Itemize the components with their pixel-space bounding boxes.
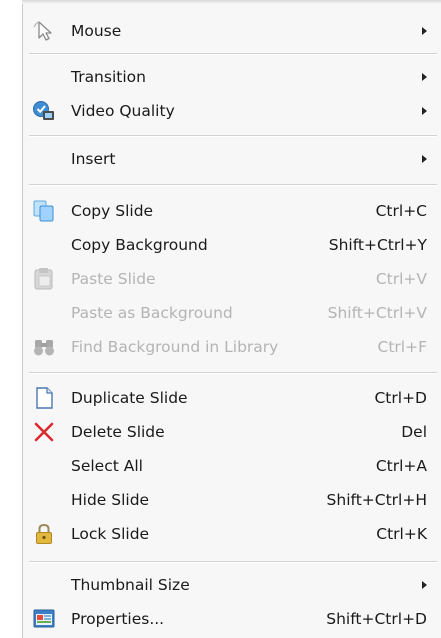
menu-item-paste-as-background[interactable]: Paste as Background Shift+Ctrl+V — [23, 298, 441, 328]
menu-item-delete-slide[interactable]: Delete Slide Del — [23, 417, 441, 447]
menu-item-label: Paste Slide — [71, 270, 156, 288]
menu-item-shortcut: Shift+Ctrl+D — [326, 610, 427, 628]
menu-item-shortcut: Ctrl+F — [377, 338, 427, 356]
menu-separator — [29, 561, 437, 563]
menu-item-paste-slide[interactable]: Paste Slide Ctrl+V — [23, 264, 441, 294]
menu-item-label: Hide Slide — [71, 491, 150, 509]
menu-item-transition[interactable]: Transition — [23, 62, 441, 92]
menu-item-label: Properties... — [71, 610, 165, 628]
menu-item-thumbnail-size[interactable]: Thumbnail Size — [23, 570, 441, 600]
menu-item-label: Delete Slide — [71, 423, 165, 441]
red-x-icon — [31, 419, 57, 445]
context-menu: Mouse Transition Video Quality Insert Co… — [22, 0, 441, 638]
menu-item-find-background[interactable]: Find Background in Library Ctrl+F — [23, 332, 441, 362]
menu-item-label: Video Quality — [71, 102, 175, 120]
submenu-arrow-icon — [422, 155, 427, 163]
menu-item-label: Transition — [71, 68, 146, 86]
menu-item-mouse[interactable]: Mouse — [23, 16, 441, 46]
submenu-arrow-icon — [422, 27, 427, 35]
mouse-pointer-icon — [31, 18, 57, 44]
menu-item-copy-slide[interactable]: Copy Slide Ctrl+C — [23, 196, 441, 226]
menu-item-label: Copy Background — [71, 236, 208, 254]
menu-item-label: Find Background in Library — [71, 338, 279, 356]
menu-item-copy-background[interactable]: Copy Background Shift+Ctrl+Y — [23, 230, 441, 260]
menu-separator — [29, 184, 437, 186]
menu-item-shortcut: Shift+Ctrl+Y — [328, 236, 427, 254]
menu-item-shortcut: Ctrl+A — [375, 457, 427, 475]
menu-item-shortcut: Del — [401, 423, 427, 441]
video-quality-icon — [31, 98, 57, 124]
menu-item-label: Duplicate Slide — [71, 389, 188, 407]
menu-item-duplicate-slide[interactable]: Duplicate Slide Ctrl+D — [23, 383, 441, 413]
submenu-arrow-icon — [422, 73, 427, 81]
menu-item-shortcut: Ctrl+C — [375, 202, 427, 220]
menu-separator — [29, 372, 437, 374]
menu-item-shortcut: Ctrl+K — [376, 525, 427, 543]
menu-item-insert[interactable]: Insert — [23, 144, 441, 174]
paste-icon — [31, 266, 57, 292]
binoculars-icon — [31, 334, 57, 360]
submenu-arrow-icon — [422, 107, 427, 115]
menu-separator — [29, 135, 437, 137]
menu-item-label: Mouse — [71, 22, 122, 40]
menu-item-label: Insert — [71, 150, 116, 168]
submenu-arrow-icon — [422, 581, 427, 589]
menu-separator — [29, 53, 437, 55]
menu-item-label: Copy Slide — [71, 202, 154, 220]
menu-item-shortcut: Ctrl+V — [375, 270, 427, 288]
menu-item-label: Lock Slide — [71, 525, 150, 543]
menu-item-properties[interactable]: Properties... Shift+Ctrl+D — [23, 604, 441, 634]
menu-item-shortcut: Shift+Ctrl+H — [326, 491, 427, 509]
document-icon — [31, 385, 57, 411]
menu-item-shortcut: Shift+Ctrl+V — [327, 304, 427, 322]
menu-item-shortcut: Ctrl+D — [374, 389, 427, 407]
properties-icon — [31, 606, 57, 632]
menu-item-select-all[interactable]: Select All Ctrl+A — [23, 451, 441, 481]
menu-item-video-quality[interactable]: Video Quality — [23, 96, 441, 126]
menu-item-hide-slide[interactable]: Hide Slide Shift+Ctrl+H — [23, 485, 441, 515]
padlock-icon — [31, 521, 57, 547]
menu-top-shadow — [22, 0, 441, 4]
menu-item-label: Thumbnail Size — [71, 576, 190, 594]
menu-item-label: Select All — [71, 457, 143, 475]
menu-item-lock-slide[interactable]: Lock Slide Ctrl+K — [23, 519, 441, 549]
menu-item-label: Paste as Background — [71, 304, 233, 322]
copy-icon — [31, 198, 57, 224]
